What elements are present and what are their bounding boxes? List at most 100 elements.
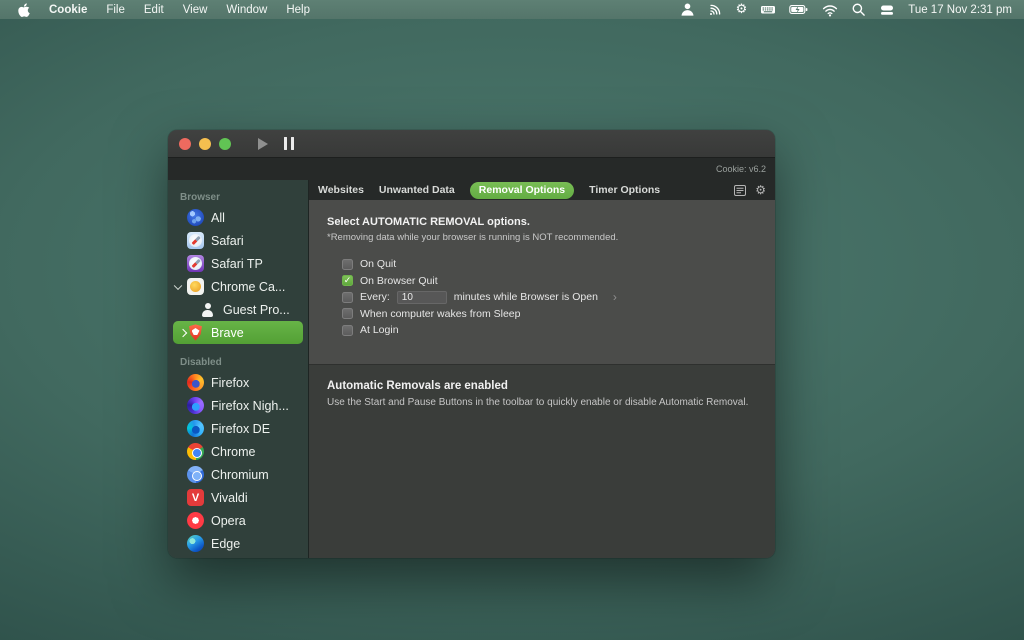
tab-bar: Websites Unwanted Data Removal Options Time… [309, 180, 775, 200]
close-button[interactable] [179, 138, 191, 150]
option-label: At Login [360, 324, 399, 336]
safari-tp-icon [187, 255, 204, 272]
checkbox[interactable] [342, 292, 353, 303]
vivaldi-icon [187, 489, 204, 506]
status-text: Use the Start and Pause Buttons in the t… [327, 397, 757, 408]
globe-icon [187, 209, 204, 226]
window-body: BrowserAllSafariSafari TPChrome Ca...Gue… [168, 180, 775, 558]
user-icon[interactable] [680, 2, 695, 17]
checkbox[interactable] [342, 325, 353, 336]
window-toolbar [168, 130, 775, 157]
option-on-quit[interactable]: On Quit [342, 256, 757, 273]
sidebar-item-label: Safari TP [211, 257, 263, 271]
wifi-icon[interactable] [822, 3, 838, 17]
menu-bar: Cookie File Edit View Window Help ⚙ [0, 0, 1024, 19]
menu-view[interactable]: View [183, 4, 208, 16]
chrome-icon [187, 443, 204, 460]
zoom-button[interactable] [219, 138, 231, 150]
sidebar-item-label: Firefox DE [211, 422, 270, 436]
settings-gear-icon[interactable]: ⚙ [755, 184, 766, 196]
sidebar-item-label: Firefox [211, 376, 249, 390]
checkbox[interactable] [342, 308, 353, 319]
tab-removal-options[interactable]: Removal Options [470, 182, 574, 199]
menu-window[interactable]: Window [226, 4, 267, 16]
version-strip: Cookie: v6.2 [168, 157, 775, 180]
sidebar-item-guest-pro[interactable]: Guest Pro... [168, 298, 308, 321]
option-when-computer-wakes-from-sleep[interactable]: When computer wakes from Sleep [342, 306, 757, 323]
sidebar-item-label: Safari [211, 234, 244, 248]
gear-icon[interactable]: ⚙ [736, 3, 748, 16]
sidebar-item-label: Chromium [211, 468, 269, 482]
sidebar-item-label: Guest Pro... [223, 303, 290, 317]
safari-icon [187, 232, 204, 249]
chevron-down-icon[interactable] [174, 281, 182, 289]
panel-heading: Select AUTOMATIC REMOVAL options. [327, 216, 757, 228]
sidebar-item-chrome[interactable]: Chrome [168, 440, 308, 463]
menu-help[interactable]: Help [286, 4, 310, 16]
tabs: Websites Unwanted Data Removal Options Time… [318, 182, 660, 199]
sidebar-item-label: Chrome [211, 445, 255, 459]
opera-icon [187, 512, 204, 529]
sidebar-item-brave[interactable]: Brave [173, 321, 303, 344]
firefox-nightly-icon [187, 397, 204, 414]
sidebar-item-opera[interactable]: Opera [168, 509, 308, 532]
menu-bar-left: Cookie File Edit View Window Help [0, 3, 310, 17]
option-label: When computer wakes from Sleep [360, 308, 520, 320]
sidebar-item-all[interactable]: All [168, 206, 308, 229]
checkbox[interactable] [342, 259, 353, 270]
play-button[interactable] [258, 138, 268, 150]
search-icon[interactable] [851, 2, 866, 17]
sidebar-item-label: Chrome Ca... [211, 280, 285, 294]
cookie-app-window: Cookie: v6.2 BrowserAllSafariSafari TPCh… [168, 130, 775, 558]
sidebar-item-label: Opera [211, 514, 246, 528]
menu-bar-clock[interactable]: Tue 17 Nov 2:31 pm [908, 4, 1012, 16]
option-at-login[interactable]: At Login [342, 322, 757, 339]
firefox-de-icon [187, 420, 204, 437]
battery-charging-icon[interactable] [789, 2, 809, 17]
sidebar-item-label: Firefox Nigh... [211, 399, 289, 413]
apple-menu-icon[interactable] [18, 3, 30, 17]
pause-button[interactable] [284, 137, 294, 150]
hotspot-waves-icon[interactable] [708, 2, 723, 17]
chevron-right-icon[interactable] [179, 328, 187, 336]
sidebar-item-vivaldi[interactable]: Vivaldi [168, 486, 308, 509]
desktop: Cookie File Edit View Window Help ⚙ [0, 0, 1024, 640]
option-on-browser-quit[interactable]: ✓On Browser Quit [342, 273, 757, 290]
menu-file[interactable]: File [106, 4, 125, 16]
sidebar-item-label: All [211, 211, 225, 225]
chevron-right-icon[interactable]: › [613, 291, 617, 303]
tab-timer-options[interactable]: Timer Options [589, 184, 660, 196]
stacked-windows-icon[interactable] [879, 3, 895, 17]
minutes-input[interactable] [397, 291, 447, 304]
log-window-icon[interactable] [734, 185, 746, 196]
sidebar-item-firefox-nigh[interactable]: Firefox Nigh... [168, 394, 308, 417]
sidebar-item-safari-tp[interactable]: Safari TP [168, 252, 308, 275]
sidebar-item-label: Brave [211, 326, 244, 340]
traffic-lights [179, 138, 231, 150]
status-title: Automatic Removals are enabled [327, 380, 757, 392]
tab-websites[interactable]: Websites [318, 184, 364, 196]
sidebar-item-edge[interactable]: Edge [168, 532, 308, 555]
menu-edit[interactable]: Edit [144, 4, 164, 16]
sidebar-item-chrome-ca[interactable]: Chrome Ca... [168, 275, 308, 298]
option-every[interactable]: Every:minutes while Browser is Open› [342, 289, 757, 306]
keyboard-icon[interactable] [760, 2, 776, 17]
sidebar-item-firefox[interactable]: Firefox [168, 371, 308, 394]
brave-icon [187, 324, 204, 341]
sidebar-item-safari[interactable]: Safari [168, 229, 308, 252]
removal-options-panel: Select AUTOMATIC REMOVAL options. *Remov… [309, 200, 775, 364]
sidebar-item-chromium[interactable]: Chromium [168, 463, 308, 486]
minimize-button[interactable] [199, 138, 211, 150]
guest-icon [199, 301, 216, 318]
tab-unwanted-data[interactable]: Unwanted Data [379, 184, 455, 196]
removal-options-list: On Quit ✓On Browser QuitEvery:minutes whi… [342, 256, 757, 339]
option-label: On Quit [360, 258, 396, 270]
browser-sidebar: BrowserAllSafariSafari TPChrome Ca...Gue… [168, 180, 309, 558]
sidebar-item-firefox-de[interactable]: Firefox DE [168, 417, 308, 440]
menu-bar-status: ⚙ Tue 17 Nov 2:31 pm [680, 2, 1024, 17]
menu-cookie[interactable]: Cookie [49, 4, 87, 16]
firefox-icon [187, 374, 204, 391]
checkbox[interactable]: ✓ [342, 275, 353, 286]
edge-icon [187, 535, 204, 552]
tab-bar-icons: ⚙ [734, 184, 766, 196]
